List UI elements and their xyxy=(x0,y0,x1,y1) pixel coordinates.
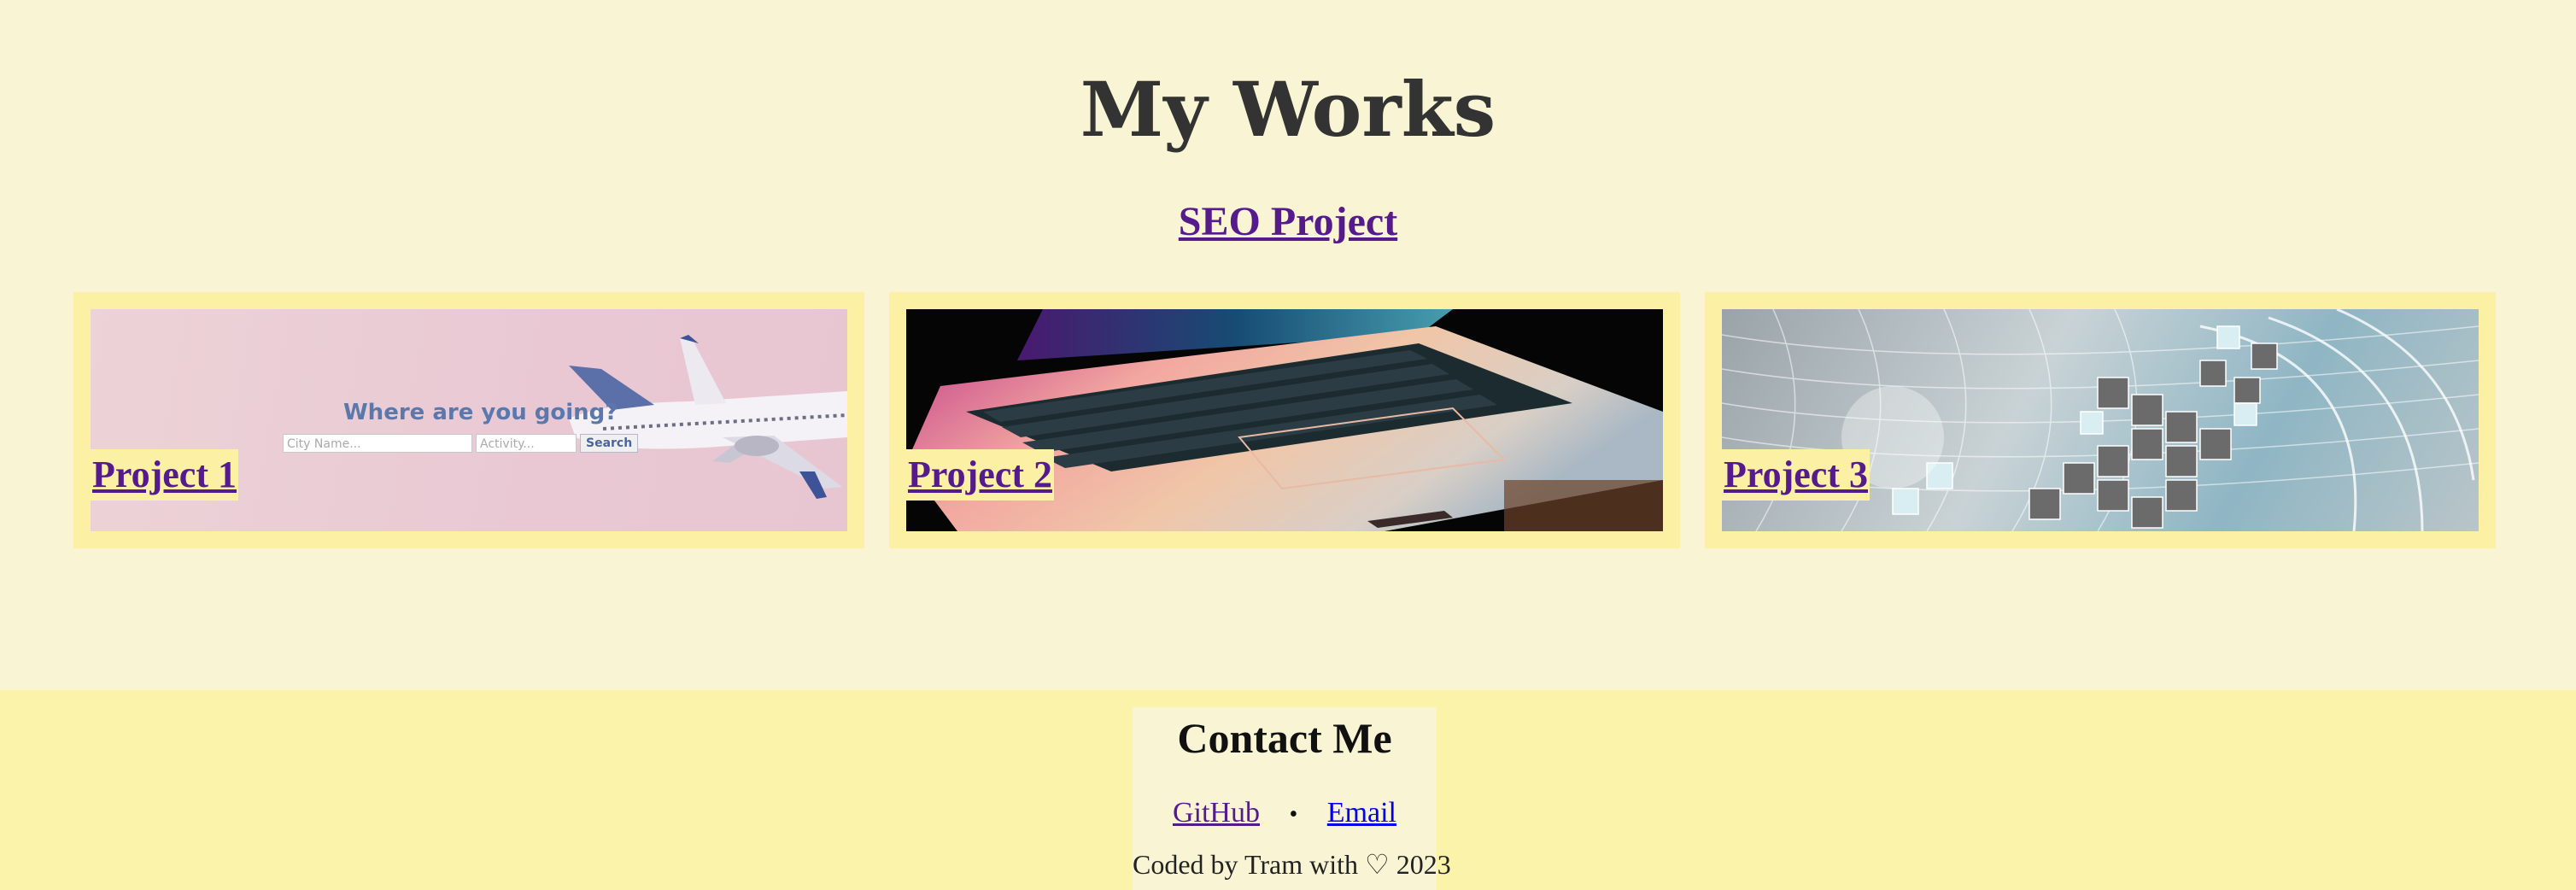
project-card-2[interactable]: Project 2 xyxy=(889,292,1680,548)
seo-project-link[interactable]: SEO Project xyxy=(1179,199,1397,244)
project-2-link[interactable]: Project 2 xyxy=(906,449,1054,501)
page-title: My Works xyxy=(1080,65,1496,154)
email-link[interactable]: Email xyxy=(1327,797,1396,829)
preview-city-input: City Name... xyxy=(283,434,472,453)
preview-search-form: City Name... Activity... Search xyxy=(283,434,639,453)
footer: Contact Me GitHub • Email Coded by Tram … xyxy=(0,690,2576,890)
preview-activity-input: Activity... xyxy=(476,434,577,453)
contact-links: GitHub • Email xyxy=(1133,796,1437,832)
link-separator: • xyxy=(1289,801,1298,828)
contact-title: Contact Me xyxy=(1177,714,1392,762)
project-3-link[interactable]: Project 3 xyxy=(1722,449,1870,501)
project-1-link[interactable]: Project 1 xyxy=(91,449,238,501)
contact-section: Contact Me GitHub • Email Coded by Tram … xyxy=(1133,707,1451,890)
footer-credit: Coded by Tram with ♡ 2023 xyxy=(1133,849,1451,880)
project-card-1[interactable]: Where are you going? City Name... Activi… xyxy=(73,292,864,548)
github-link[interactable]: GitHub xyxy=(1173,797,1260,829)
preview-search-button: Search xyxy=(580,434,639,453)
preview-question: Where are you going? xyxy=(343,400,618,425)
seo-project-heading: SEO Project xyxy=(0,195,2576,249)
project-card-3[interactable]: Project 3 xyxy=(1705,292,2496,548)
